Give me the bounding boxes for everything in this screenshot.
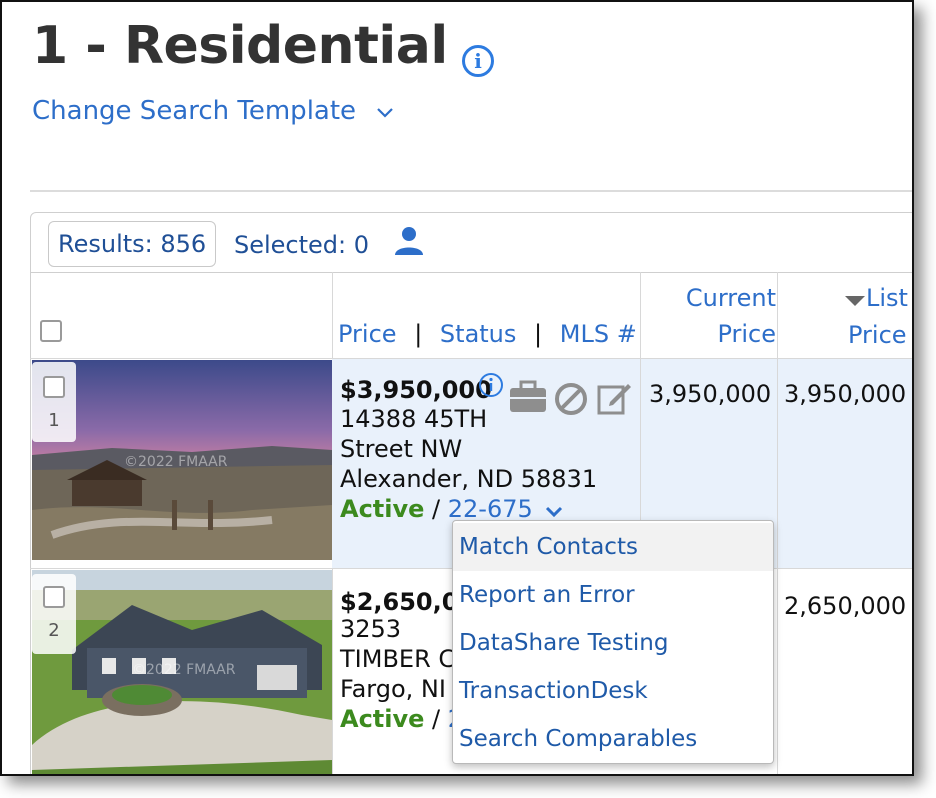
list-price-header-line1: List <box>866 284 908 312</box>
menu-item-search-comparables[interactable]: Search Comparables <box>453 715 773 763</box>
select-all-checkbox[interactable] <box>40 320 62 342</box>
menu-item-report-error[interactable]: Report an Error <box>453 571 773 619</box>
status-line: Active / 2 <box>340 704 463 734</box>
sort-desc-icon <box>844 281 866 317</box>
page-title: 1 - Residential <box>32 16 448 76</box>
menu-item-datashare-testing[interactable]: DataShare Testing <box>453 619 773 667</box>
listing-address: 3253 TIMBER C Fargo, NI <box>340 614 455 704</box>
current-price-header-line2: Price <box>717 320 776 348</box>
person-icon[interactable] <box>392 225 426 257</box>
status-separator: / <box>424 495 448 523</box>
edit-icon[interactable] <box>596 380 632 420</box>
selected-count[interactable]: Selected: 0 <box>234 231 369 259</box>
sort-mls-link[interactable]: MLS # <box>560 320 637 348</box>
table-header-sort: Price | Status | MLS # <box>338 316 637 352</box>
photo-watermark: ©2022 FMAAR <box>124 454 228 470</box>
row-checkbox[interactable] <box>43 586 65 608</box>
address-line2: TIMBER C <box>340 645 456 673</box>
divider <box>30 190 912 192</box>
row-index: 2 <box>48 620 60 641</box>
address-line3: Alexander, ND 58831 <box>340 465 598 493</box>
listing-price: $3,950,000 <box>340 376 492 404</box>
status-separator: / <box>424 705 448 733</box>
mls-number-link[interactable]: 22-675 <box>448 495 533 523</box>
menu-item-match-contacts[interactable]: Match Contacts <box>453 523 773 571</box>
address-line2: Street NW <box>340 435 463 463</box>
chevron-down-icon <box>376 96 394 126</box>
sort-status-link[interactable]: Status <box>440 320 516 348</box>
list-price-value: 2,650,000 <box>784 592 907 620</box>
info-icon[interactable]: i <box>462 45 494 77</box>
column-divider <box>912 272 913 776</box>
address-line1: 3253 <box>340 615 402 643</box>
current-price-header[interactable]: Current Price <box>652 280 776 352</box>
list-price-header[interactable]: List Price <box>792 280 912 353</box>
sort-price-link[interactable]: Price <box>338 320 397 348</box>
address-line1: 14388 45TH <box>340 405 488 433</box>
list-price-value: 3,950,000 <box>784 380 907 408</box>
listing-photo[interactable]: ©2022 FMAAR <box>32 360 332 560</box>
current-price-value: 3,950,000 <box>649 380 772 408</box>
list-price-header-line2: Price <box>848 321 907 349</box>
info-icon[interactable] <box>478 372 504 402</box>
status-badge: Active <box>340 705 425 733</box>
results-count-badge[interactable]: Results: 856 <box>48 221 217 267</box>
current-price-header-line1: Current <box>685 284 776 312</box>
row-checkbox[interactable] <box>43 376 65 398</box>
app-window: 1 - Residential i Change Search Template… <box>0 0 914 776</box>
table-header-top-border <box>30 272 912 273</box>
listing-actions-menu: Match Contacts Report an Error DataShare… <box>452 520 774 764</box>
header-separator: | <box>414 320 423 348</box>
change-search-template-label: Change Search Template <box>32 96 357 126</box>
address-line3: Fargo, NI <box>340 675 446 703</box>
menu-item-transactiondesk[interactable]: TransactionDesk <box>453 667 773 715</box>
change-search-template-link[interactable]: Change Search Template <box>32 96 394 126</box>
row-index: 1 <box>48 410 60 431</box>
header-separator: | <box>534 320 543 348</box>
status-badge: Active <box>340 495 425 523</box>
listing-address: 14388 45TH Street NW Alexander, ND 58831 <box>340 404 597 494</box>
column-divider <box>640 272 641 360</box>
listing-photo[interactable]: ©2022 FMAAR <box>32 570 332 774</box>
photo-watermark: ©2022 FMAAR <box>132 662 236 678</box>
column-divider <box>777 359 778 569</box>
